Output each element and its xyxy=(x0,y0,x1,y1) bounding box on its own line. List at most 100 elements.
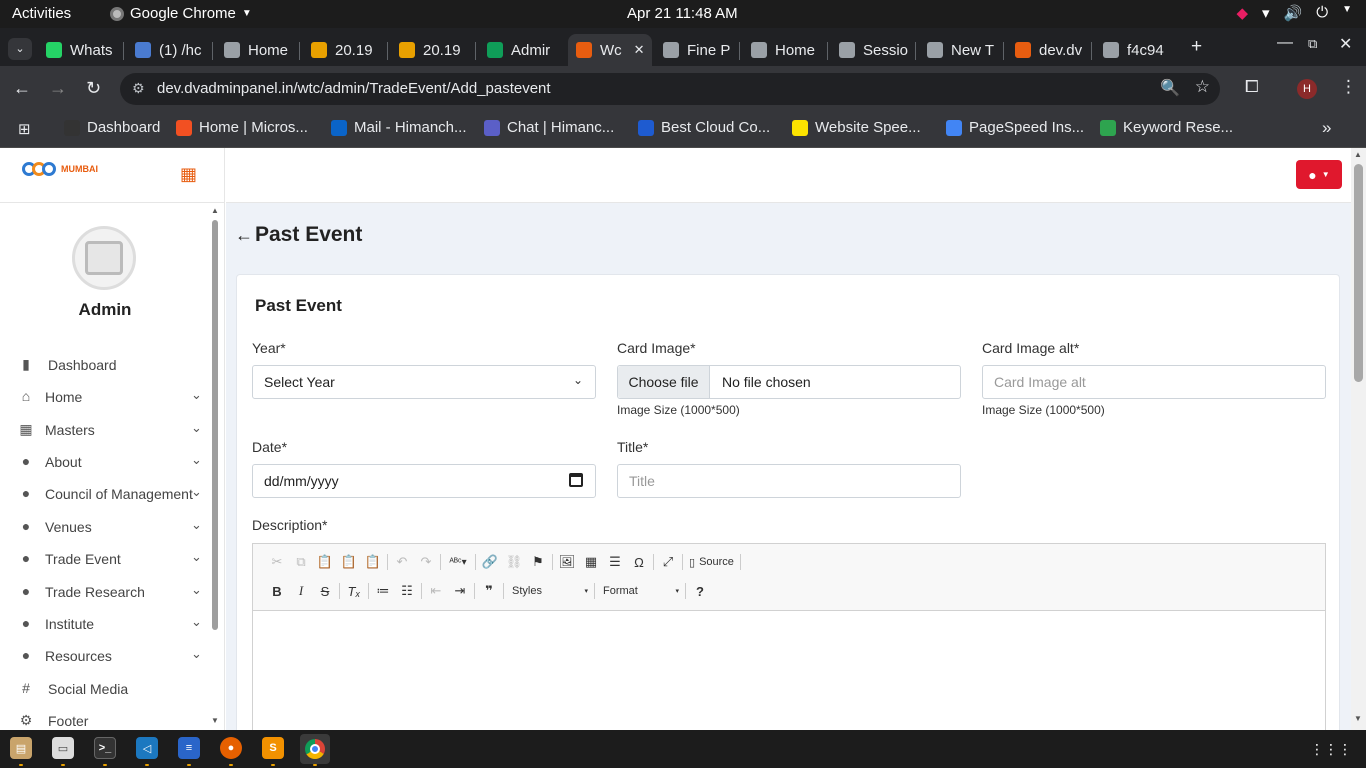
sidebar-item-about[interactable]: ● About ⌄ xyxy=(0,447,210,477)
user-menu-button[interactable]: ● ▼ xyxy=(1296,160,1342,189)
sidebar-item-resources[interactable]: ● Resources ⌄ xyxy=(0,641,210,671)
wtc-logo[interactable]: MUMBAI xyxy=(22,162,98,176)
close-tab-icon[interactable]: ✕ xyxy=(634,42,645,58)
format-dropdown[interactable]: Format ▾ xyxy=(597,581,683,601)
menu-kebab-icon[interactable]: ⋮ xyxy=(1340,77,1357,97)
sidebar-scrollbar[interactable]: ▲ ▼ xyxy=(211,206,219,728)
forward-button[interactable]: → xyxy=(49,78,67,99)
bookmark-star-icon[interactable]: ☆ xyxy=(1195,77,1210,97)
close-window-button[interactable]: ✕ xyxy=(1339,34,1352,54)
sidebar-item-trade-event[interactable]: ● Trade Event ⌄ xyxy=(0,544,210,574)
show-apps-icon[interactable]: ⋮⋮⋮ xyxy=(1310,741,1352,758)
address-bar[interactable]: ⚙ dev.dvadminpanel.in/wtc/admin/TradeEve… xyxy=(120,73,1220,105)
clock[interactable]: Apr 21 11:48 AM xyxy=(627,5,738,22)
editor-content-area[interactable] xyxy=(253,612,1325,730)
table-icon[interactable]: ▦ xyxy=(579,551,603,573)
tab[interactable]: dev.dv xyxy=(1007,34,1087,66)
sidebar-item-footer[interactable]: ⚙ Footer xyxy=(0,706,210,730)
date-input[interactable]: dd/mm/yyyy xyxy=(252,464,596,498)
minimize-button[interactable]: — xyxy=(1277,34,1293,52)
redo-icon[interactable]: ↷ xyxy=(414,551,438,573)
card-image-file-input[interactable]: Choose file No file chosen xyxy=(617,365,961,399)
sidebar-item-social-media[interactable]: # Social Media xyxy=(0,674,210,704)
system-tray[interactable]: ◆ ▾ 🔊 ⏻ ▼ xyxy=(1236,4,1352,22)
tab[interactable]: (1) /hc xyxy=(127,34,207,66)
bold-icon[interactable]: B xyxy=(265,580,289,602)
bulleted-list-icon[interactable]: ☷ xyxy=(395,580,419,602)
blockquote-icon[interactable]: ❞ xyxy=(477,580,501,602)
tab[interactable]: Wc ✕ xyxy=(568,34,652,66)
remove-format-icon[interactable]: Tₓ xyxy=(342,580,366,602)
tab[interactable]: Sessio xyxy=(831,34,911,66)
tab[interactable]: Admir xyxy=(479,34,559,66)
new-tab-button[interactable]: + xyxy=(1191,36,1202,58)
more-bookmarks-icon[interactable]: » xyxy=(1322,118,1331,138)
tab[interactable]: New T xyxy=(919,34,999,66)
tab[interactable]: 20.19 xyxy=(391,34,471,66)
activities-button[interactable]: Activities xyxy=(12,5,71,22)
vscode-icon[interactable]: ◁ xyxy=(136,737,158,759)
maximize-button[interactable]: ⧉ xyxy=(1308,36,1317,52)
file-cabinet-icon[interactable]: ▭ xyxy=(52,737,74,759)
indent-icon[interactable]: ⇥ xyxy=(448,580,472,602)
terminal-icon[interactable]: >_ xyxy=(94,737,116,759)
bookmark-item[interactable]: Dashboard xyxy=(64,119,160,136)
image-icon[interactable]: 🖼 xyxy=(555,551,579,573)
app-menu[interactable]: Google Chrome ▼ xyxy=(110,5,252,22)
strikethrough-icon[interactable]: S xyxy=(313,580,337,602)
site-info-icon[interactable]: ⚙ xyxy=(132,80,145,97)
app-indicator-icon[interactable]: ◆ xyxy=(1236,4,1248,22)
styles-dropdown[interactable]: Styles ▾ xyxy=(506,581,592,601)
sidebar-item-council-of-management[interactable]: ● Council of Management ⌄ xyxy=(0,479,210,509)
year-select[interactable]: Select Year ⌄ xyxy=(252,365,596,399)
bookmark-item[interactable]: Website Spee... xyxy=(792,119,921,136)
cut-icon[interactable]: ✂ xyxy=(265,551,289,573)
sidebar-item-trade-research[interactable]: ● Trade Research ⌄ xyxy=(0,577,210,607)
bookmark-item[interactable]: Home | Micros... xyxy=(176,119,308,136)
bookmark-item[interactable]: Best Cloud Co... xyxy=(638,119,770,136)
sidebar-item-institute[interactable]: ● Institute ⌄ xyxy=(0,609,210,639)
sidebar-toggle-icon[interactable]: ▦ xyxy=(180,164,197,185)
tab[interactable]: Fine P xyxy=(655,34,735,66)
paste-text-icon[interactable]: 📋 xyxy=(337,551,361,573)
bookmark-item[interactable]: Keyword Rese... xyxy=(1100,119,1233,136)
italic-icon[interactable]: I xyxy=(289,580,313,602)
extensions-icon[interactable]: ⧠ xyxy=(1245,77,1259,97)
special-char-icon[interactable]: Ω xyxy=(627,551,651,573)
undo-icon[interactable]: ↶ xyxy=(390,551,414,573)
source-button[interactable]: ▯ Source xyxy=(685,556,738,569)
zoom-icon[interactable]: 🔍 xyxy=(1160,78,1180,98)
chrome-icon[interactable] xyxy=(300,734,330,764)
files-manager-icon[interactable]: ▤ xyxy=(10,737,32,759)
sidebar-item-dashboard[interactable]: ▮ Dashboard xyxy=(0,350,210,380)
bookmark-item[interactable]: PageSpeed Ins... xyxy=(946,119,1084,136)
apps-grid-icon[interactable]: ⊞ xyxy=(18,120,31,138)
sublime-text-icon[interactable]: S xyxy=(262,737,284,759)
outdent-icon[interactable]: ⇤ xyxy=(424,580,448,602)
tab[interactable]: Home xyxy=(743,34,823,66)
horizontal-line-icon[interactable]: ☰ xyxy=(603,551,627,573)
back-arrow-icon[interactable]: ← xyxy=(235,225,253,246)
sidebar-item-home[interactable]: ⌂ Home ⌄ xyxy=(0,382,210,412)
unlink-icon[interactable]: ⛓ xyxy=(502,551,526,573)
choose-file-button[interactable]: Choose file xyxy=(618,366,710,398)
tab-search-button[interactable]: ⌄ xyxy=(8,38,32,60)
title-input[interactable]: Title xyxy=(617,464,961,498)
sidebar-item-venues[interactable]: ● Venues ⌄ xyxy=(0,512,210,542)
numbered-list-icon[interactable]: ≔ xyxy=(371,580,395,602)
bookmark-item[interactable]: Chat | Himanc... xyxy=(484,119,614,136)
url-text[interactable]: dev.dvadminpanel.in/wtc/admin/TradeEvent… xyxy=(157,80,551,97)
bookmark-item[interactable]: Mail - Himanch... xyxy=(331,119,467,136)
tab[interactable]: 20.19 xyxy=(303,34,383,66)
card-image-alt-input[interactable]: Card Image alt xyxy=(982,365,1326,399)
page-scrollbar[interactable]: ▲ ▼ xyxy=(1351,148,1366,730)
reload-button[interactable]: ↻ xyxy=(86,78,101,99)
profile-avatar[interactable]: H xyxy=(1297,79,1317,99)
copy-icon[interactable]: ⧉ xyxy=(289,551,313,573)
text-editor-icon[interactable]: ≡ xyxy=(178,737,200,759)
spellcheck-icon[interactable]: ᴬᴮᶜ▾ xyxy=(443,551,473,573)
paste-icon[interactable]: 📋 xyxy=(313,551,337,573)
anchor-flag-icon[interactable]: ⚑ xyxy=(526,551,550,573)
firefox-icon[interactable]: ● xyxy=(220,737,242,759)
tab[interactable]: Whats xyxy=(38,34,118,66)
